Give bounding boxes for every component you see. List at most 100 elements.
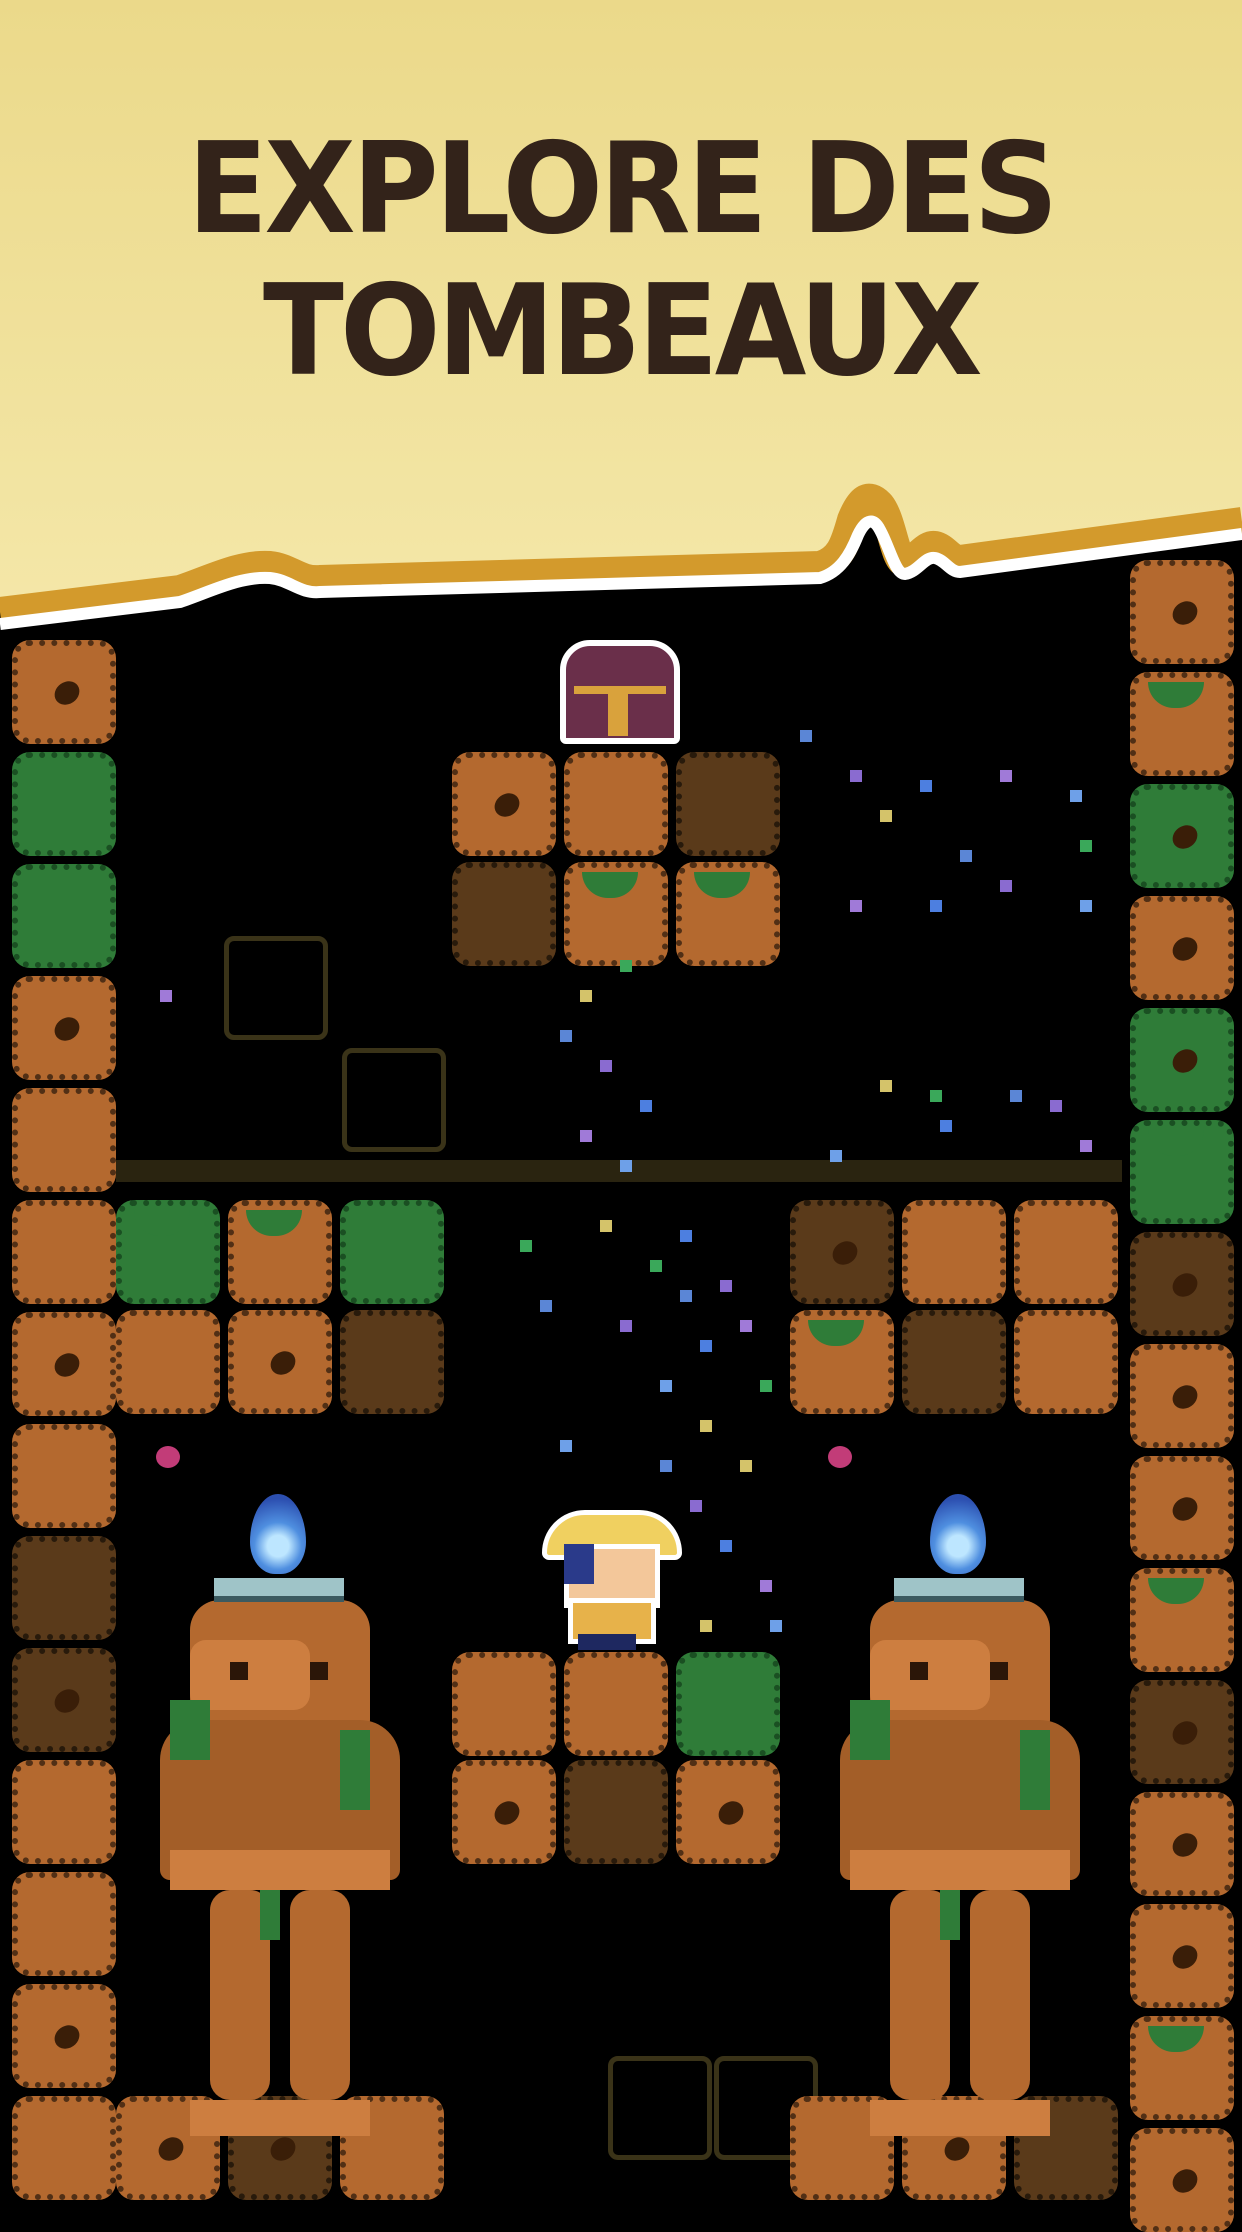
tile xyxy=(228,1200,332,1304)
headline: EXPLORE DES TOMBEAUX xyxy=(37,118,1204,402)
brazier-bowl xyxy=(214,1578,344,1602)
tile xyxy=(452,1652,556,1756)
vine xyxy=(1148,682,1204,708)
tile-hole xyxy=(50,676,84,710)
explorer-player xyxy=(532,1510,682,1650)
tile xyxy=(1130,2128,1234,2232)
sparkle xyxy=(850,900,862,912)
statue-leg xyxy=(290,1890,350,2100)
statue-foot xyxy=(280,2100,370,2136)
vine xyxy=(808,1320,864,1346)
sparkle xyxy=(770,1620,782,1632)
statue-moss xyxy=(260,1890,280,1940)
sparkle xyxy=(740,1460,752,1472)
tile xyxy=(1130,2016,1234,2120)
tile xyxy=(564,752,668,856)
statue-eye xyxy=(910,1662,928,1680)
sparkle xyxy=(1050,1100,1062,1112)
statue-foot xyxy=(870,2100,960,2136)
statue-foot xyxy=(960,2100,1050,2136)
tile xyxy=(676,1760,780,1864)
explorer-hair xyxy=(564,1544,594,1584)
tile xyxy=(676,752,780,856)
tile-hole xyxy=(266,1346,300,1380)
statue-moss xyxy=(170,1700,210,1760)
explorer-legs xyxy=(578,1634,636,1650)
sparkle xyxy=(620,1320,632,1332)
statue-belt xyxy=(850,1850,1070,1890)
brazier-bowl xyxy=(894,1578,1024,1602)
tile xyxy=(1130,672,1234,776)
tile xyxy=(116,1310,220,1414)
tile xyxy=(340,1200,444,1304)
tile xyxy=(12,1872,116,1976)
tile xyxy=(228,1310,332,1414)
sparkle xyxy=(800,730,812,742)
sparkle xyxy=(600,1220,612,1232)
sparkle xyxy=(1070,790,1082,802)
tile-hole xyxy=(1168,2164,1202,2198)
treasure-chest xyxy=(560,640,680,744)
tile-hole xyxy=(1168,1380,1202,1414)
sparkle xyxy=(560,1030,572,1042)
sparkle xyxy=(1080,900,1092,912)
tile-hole xyxy=(1168,1716,1202,1750)
sparkle xyxy=(620,960,632,972)
tile xyxy=(1130,1232,1234,1336)
tile xyxy=(12,1200,116,1304)
tile xyxy=(1014,1200,1118,1304)
sparkle xyxy=(690,1500,702,1512)
statue-eye xyxy=(310,1662,328,1680)
tile-hole xyxy=(490,788,524,822)
tile-hole xyxy=(50,1684,84,1718)
tile xyxy=(452,1760,556,1864)
statue-left xyxy=(150,1600,410,2140)
sparkle xyxy=(920,780,932,792)
tile xyxy=(12,976,116,1080)
sparkle xyxy=(880,810,892,822)
tile xyxy=(12,1648,116,1752)
tile xyxy=(564,862,668,966)
statue-moss xyxy=(940,1890,960,1940)
statue-moss xyxy=(1020,1730,1050,1810)
tile-hole xyxy=(1168,820,1202,854)
headline-line-1: EXPLORE DES xyxy=(187,115,1058,262)
tile xyxy=(1130,1792,1234,1896)
sparkle xyxy=(160,990,172,1002)
tile xyxy=(12,1424,116,1528)
berry xyxy=(156,1446,180,1468)
sparkle xyxy=(580,1130,592,1142)
sparkle xyxy=(880,1080,892,1092)
tile xyxy=(564,1652,668,1756)
sparkle xyxy=(1000,770,1012,782)
sparkle xyxy=(1080,1140,1092,1152)
sparkle xyxy=(940,1120,952,1132)
statue-belt xyxy=(170,1850,390,1890)
tile-hole xyxy=(50,1012,84,1046)
ledge xyxy=(116,1160,1122,1182)
tile xyxy=(1014,1310,1118,1414)
tile xyxy=(676,862,780,966)
tile xyxy=(12,1760,116,1864)
sparkle xyxy=(1010,1090,1022,1102)
tile xyxy=(452,752,556,856)
blue-flame-right xyxy=(930,1494,986,1574)
sparkle xyxy=(850,770,862,782)
tile xyxy=(790,1200,894,1304)
title-banner: EXPLORE DES TOMBEAUX xyxy=(0,0,1242,640)
tile xyxy=(1130,784,1234,888)
tile xyxy=(116,1200,220,1304)
sparkle xyxy=(740,1320,752,1332)
sparkle xyxy=(700,1620,712,1632)
sparkle xyxy=(700,1420,712,1432)
blue-flame-left xyxy=(250,1494,306,1574)
tile xyxy=(452,862,556,966)
sparkle xyxy=(520,1240,532,1252)
tile-hole xyxy=(828,1236,862,1270)
tile xyxy=(12,752,116,856)
tile xyxy=(1130,1904,1234,2008)
tile xyxy=(12,640,116,744)
sparkle xyxy=(960,850,972,862)
vine xyxy=(1148,1130,1204,1156)
vine xyxy=(246,1210,302,1236)
